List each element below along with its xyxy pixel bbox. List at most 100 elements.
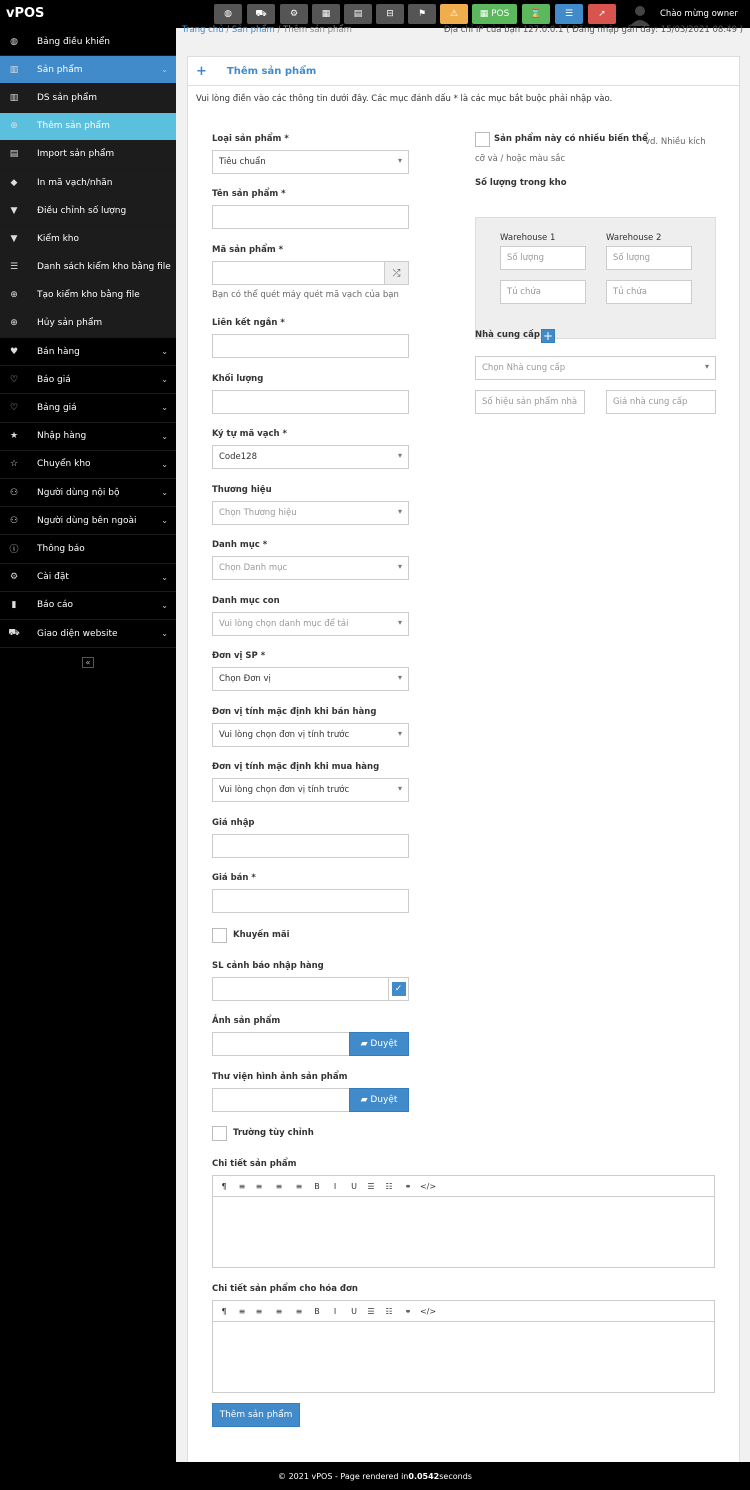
add-product-submit-button[interactable]: Thêm sản phẩm	[212, 1403, 300, 1427]
sidebar-item[interactable]: ◆ In mã vạch/nhãn	[0, 168, 176, 198]
editor-tool-icon[interactable]: ≡	[269, 1307, 289, 1316]
editor-tool-icon[interactable]: U	[345, 1182, 363, 1191]
editor-tool-icon[interactable]: I	[325, 1182, 345, 1191]
sidebar-item[interactable]: ▼ Kiểm kho	[0, 225, 176, 254]
sidebar-item[interactable]: ⚇ Người dùng nội bộ ⌄	[0, 479, 176, 508]
sidebar-item[interactable]: ★ Nhập hàng ⌄	[0, 423, 176, 451]
editor-tool-icon[interactable]: B	[309, 1182, 325, 1191]
sidebar-item[interactable]: ♥ Bán hàng ⌄	[0, 338, 176, 367]
flag-icon[interactable]: ⚑	[408, 4, 436, 24]
alert-quantity-input[interactable]	[212, 977, 389, 1001]
sidebar-item[interactable]: ▼ Điều chỉnh số lượng	[0, 197, 176, 226]
sidebar-item[interactable]: ▤ Import sản phẩm	[0, 140, 176, 169]
brand-logo[interactable]: vPOS	[6, 6, 44, 21]
editor-tool-icon[interactable]: ≡	[235, 1182, 249, 1191]
sidebar-item[interactable]: ◍ Bảng điều khiển	[0, 28, 176, 57]
image-browse-button[interactable]: ▰ Duyệt	[349, 1032, 409, 1056]
sidebar-item[interactable]: ⓘ Thông báo	[0, 535, 176, 564]
register-icon[interactable]: ⊟	[376, 4, 404, 24]
editor-tool-icon[interactable]: ☰	[363, 1307, 379, 1316]
sidebar-item[interactable]: ⛟ Giao diện website ⌄	[0, 620, 176, 649]
sidebar-item[interactable]: ⊕ Tạo kiểm kho bằng file	[0, 281, 176, 310]
gallery-browse-button[interactable]: ▰ Duyệt	[349, 1088, 409, 1112]
cart-icon[interactable]: ⛟	[247, 4, 275, 24]
category-select[interactable]: Chọn Danh mục	[212, 556, 409, 580]
sidebar-item[interactable]: ⊕ Hủy sản phẩm	[0, 309, 176, 339]
sidebar-item[interactable]: ▮ Báo cáo ⌄	[0, 592, 176, 620]
sidebar-item[interactable]: ⚇ Người dùng bên ngoài ⌄	[0, 507, 176, 536]
gallery-file-input[interactable]	[212, 1088, 350, 1112]
sidebar-item[interactable]: ⚙ Cài đặt ⌄	[0, 564, 176, 592]
editor-tool-icon[interactable]: ≡	[289, 1307, 309, 1316]
editor-tool-icon[interactable]: ≡	[235, 1307, 249, 1316]
subcategory-select[interactable]: Vui lòng chọn danh mục để tải	[212, 612, 409, 636]
logout-icon[interactable]: ➚	[588, 4, 616, 24]
sidebar-item[interactable]: ♡ Báo giá ⌄	[0, 366, 176, 395]
calendar-icon[interactable]: ▤	[344, 4, 372, 24]
list-icon[interactable]: ☰	[555, 4, 583, 24]
add-supplier-icon[interactable]: +	[541, 329, 555, 343]
alert-icon[interactable]: ⚠	[440, 4, 468, 24]
editor-tool-icon[interactable]: </>	[417, 1307, 439, 1316]
unit-select[interactable]: Chọn Đơn vị	[212, 667, 409, 691]
breadcrumb-products[interactable]: Sản phẩm	[232, 25, 275, 35]
product-name-input[interactable]	[212, 205, 409, 229]
editor-tool-icon[interactable]: ≡	[249, 1307, 269, 1316]
editor-tool-icon[interactable]: I	[325, 1307, 345, 1316]
sidebar-item[interactable]: ⊕ Thêm sản phẩm	[0, 112, 176, 141]
sidebar-item[interactable]: ♡ Bảng giá ⌄	[0, 394, 176, 423]
editor-tool-icon[interactable]: ⚭	[399, 1182, 417, 1191]
random-code-icon[interactable]: ⤮	[384, 261, 409, 285]
welcome-text[interactable]: Chào mừng owner	[660, 9, 738, 19]
sale-unit-select[interactable]: Vui lòng chọn đơn vị tính trước	[212, 723, 409, 747]
weight-input[interactable]	[212, 390, 409, 414]
warehouse-1-rack-input[interactable]: Tủ chứa	[500, 280, 586, 304]
editor-tool-icon[interactable]: ☰	[363, 1182, 379, 1191]
editor-tool-icon[interactable]: ⚭	[399, 1307, 417, 1316]
editor-tool-icon[interactable]: U	[345, 1307, 363, 1316]
warehouse-2-label: Warehouse 2	[606, 233, 662, 243]
product-type-select[interactable]: Tiêu chuẩn	[212, 150, 409, 174]
sidebar-item[interactable]: ☆ Chuyển kho ⌄	[0, 451, 176, 479]
sidebar-item[interactable]: ▥ DS sản phẩm	[0, 84, 176, 113]
slug-input[interactable]	[212, 334, 409, 358]
editor-tool-icon[interactable]: ≡	[269, 1182, 289, 1191]
brand-select[interactable]: Chọn Thương hiệu	[212, 501, 409, 525]
details-editor[interactable]: ¶ ≡ ≡ ≡ ≡ B I U ☰ ☷ ⚭ </>	[212, 1175, 715, 1268]
editor-tool-icon[interactable]: ¶	[213, 1307, 235, 1316]
editor-tool-icon[interactable]: ☷	[379, 1307, 399, 1316]
editor-tool-icon[interactable]: ≡	[249, 1182, 269, 1191]
invoice-details-editor[interactable]: ¶ ≡ ≡ ≡ ≡ B I U ☰ ☷ ⚭ </>	[212, 1300, 715, 1393]
sidebar-item[interactable]: ☰ Danh sách kiểm kho bằng file	[0, 253, 176, 282]
pos-button[interactable]: ▦ POS	[472, 4, 517, 24]
supplier-part-no-input[interactable]: Số hiệu sản phẩm nhà	[475, 390, 585, 414]
editor-tool-icon[interactable]: B	[309, 1307, 325, 1316]
chevron-down-icon: ⌄	[161, 403, 168, 413]
promotion-checkbox[interactable]	[212, 928, 227, 943]
barcode-symbology-select[interactable]: Code128	[212, 445, 409, 469]
purchase-unit-select[interactable]: Vui lòng chọn đơn vị tính trước	[212, 778, 409, 802]
custom-fields-checkbox[interactable]	[212, 1126, 227, 1141]
hourglass-icon[interactable]: ⌛	[522, 4, 550, 24]
editor-tool-icon[interactable]: ≡	[289, 1182, 309, 1191]
supplier-price-input[interactable]: Giá nhà cung cấp	[606, 390, 716, 414]
editor-tool-icon[interactable]: ¶	[213, 1182, 235, 1191]
product-code-input[interactable]	[212, 261, 385, 285]
supplier-select[interactable]: Chọn Nhà cung cấp	[475, 356, 716, 380]
breadcrumb-home[interactable]: Trang chủ	[182, 25, 224, 35]
dashboard-icon[interactable]: ◍	[214, 4, 242, 24]
warehouse-1-quantity-input[interactable]: Số lượng	[500, 246, 586, 270]
warehouse-2-rack-input[interactable]: Tủ chứa	[606, 280, 692, 304]
editor-tool-icon[interactable]: </>	[417, 1182, 439, 1191]
settings-icon[interactable]: ⚙	[280, 4, 308, 24]
collapse-sidebar-button[interactable]: «	[82, 657, 94, 668]
calculator-icon[interactable]: ▦	[312, 4, 340, 24]
price-input[interactable]	[212, 889, 409, 913]
image-file-input[interactable]	[212, 1032, 350, 1056]
editor-tool-icon[interactable]: ☷	[379, 1182, 399, 1191]
alert-quantity-toggle[interactable]: ✓	[388, 977, 409, 1001]
sidebar-item[interactable]: ▥ Sản phẩm ⌄	[0, 56, 176, 85]
avatar[interactable]	[628, 3, 652, 26]
warehouse-2-quantity-input[interactable]: Số lượng	[606, 246, 692, 270]
cost-input[interactable]	[212, 834, 409, 858]
